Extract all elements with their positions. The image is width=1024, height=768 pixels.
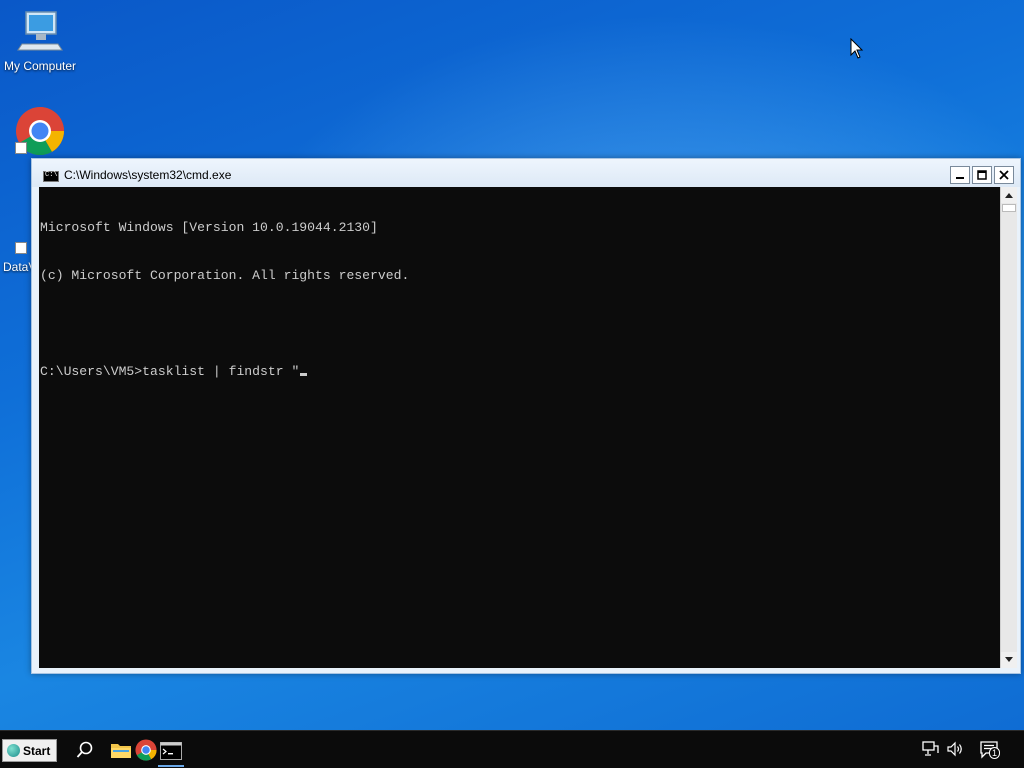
tray-notification-button[interactable]: 1 (980, 741, 1001, 762)
taskbar-cmd-button[interactable] (158, 737, 184, 767)
start-label: Start (23, 743, 51, 758)
taskbar-file-explorer-button[interactable] (108, 737, 134, 763)
mouse-cursor-icon (850, 38, 864, 59)
scroll-thumb[interactable] (1002, 204, 1016, 212)
cmd-icon (43, 171, 59, 182)
file-explorer-icon (111, 744, 131, 758)
minimize-icon (956, 177, 964, 179)
tray-volume-button[interactable] (946, 741, 964, 760)
console-prompt-text: C:\Users\VM5>tasklist | findstr " (40, 364, 300, 379)
title-bar[interactable]: C:\Windows\system32\cmd.exe (32, 159, 1020, 187)
text-cursor (300, 373, 308, 376)
tray-network-button[interactable] (922, 741, 940, 760)
shortcut-arrow-icon (15, 142, 27, 154)
console-line: Microsoft Windows [Version 10.0.19044.21… (40, 220, 378, 235)
scroll-down-button[interactable] (1001, 652, 1017, 668)
taskbar: Start 1 (0, 730, 1024, 768)
scroll-up-button[interactable] (1001, 187, 1017, 203)
desktop-icon-my-computer[interactable]: My Computer (0, 10, 80, 73)
minimize-button[interactable] (950, 166, 970, 184)
close-icon (999, 170, 1009, 180)
desktop-icon-chrome[interactable]: Go Ch (0, 106, 80, 188)
console-line: (c) Microsoft Corporation. All rights re… (40, 268, 410, 283)
arrow-up-icon (1005, 193, 1013, 198)
cmd-icon (160, 742, 182, 760)
maximize-icon (977, 170, 987, 180)
windows-orb-icon (7, 744, 20, 757)
console-prompt-line[interactable]: C:\Users\VM5>tasklist | findstr " (40, 364, 1000, 380)
desktop-icon-label: My Computer (3, 59, 77, 73)
chrome-icon (135, 739, 157, 761)
console-output[interactable]: Microsoft Windows [Version 10.0.19044.21… (39, 187, 1000, 668)
shortcut-arrow-icon (15, 242, 27, 254)
cmd-window[interactable]: C:\Windows\system32\cmd.exe Microsoft Wi… (31, 158, 1021, 674)
taskbar-chrome-button[interactable] (133, 737, 159, 763)
volume-icon (947, 741, 962, 757)
network-icon (922, 741, 939, 756)
maximize-button[interactable] (972, 166, 992, 184)
arrow-down-icon (1005, 657, 1013, 662)
vertical-scrollbar[interactable] (1000, 187, 1017, 668)
computer-icon (17, 11, 63, 51)
start-button[interactable]: Start (2, 739, 57, 762)
search-icon (76, 741, 93, 758)
window-title: C:\Windows\system32\cmd.exe (64, 168, 232, 182)
close-button[interactable] (994, 166, 1014, 184)
notification-count-badge: 1 (989, 747, 1001, 759)
taskbar-search-button[interactable] (72, 737, 98, 763)
